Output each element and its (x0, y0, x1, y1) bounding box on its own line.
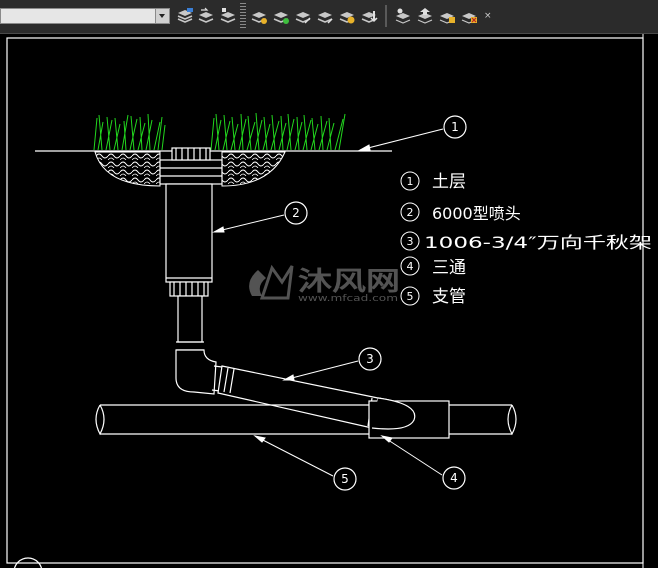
drawing-canvas[interactable]: 1 2 3 4 5 1 2 3 4 5 土层 6000型喷头 1006-3/4″… (0, 34, 658, 568)
layer-unisolate-icon[interactable] (294, 7, 312, 25)
watermark-brand: 沐风网 (298, 267, 400, 297)
layer-isolate-icon[interactable] (272, 7, 290, 25)
legend-label-soil: 土层 (432, 172, 466, 192)
layer-dropdown[interactable] (0, 8, 170, 24)
callout-4-number: 4 (450, 471, 458, 485)
watermark: 沐风网 www.mfcad.com (249, 264, 400, 304)
sprinkler-head[interactable] (159, 147, 223, 297)
legend-label-tee: 三通 (432, 258, 466, 278)
grass-hatch (93, 112, 346, 151)
chevron-down-icon[interactable] (155, 9, 169, 23)
soil-left (94, 151, 161, 187)
layer-states-icon[interactable] (176, 7, 194, 25)
legend-number-1: 1 (407, 175, 414, 188)
legend-label-swing-joint: 1006-3/4″万向千秋架 (424, 233, 652, 252)
layers-toolbar: × (0, 0, 658, 34)
toolbar-close-icon[interactable]: × (484, 12, 492, 21)
soil-right (221, 151, 286, 187)
legend-number-3: 3 (407, 235, 414, 248)
callout-5-number: 5 (341, 472, 349, 486)
layer-off-icon[interactable] (316, 7, 334, 25)
legend-number-5: 5 (407, 290, 414, 303)
toolbar-separator (385, 5, 387, 27)
callout-3-number: 3 (366, 352, 374, 366)
copy-objects-to-layer-icon[interactable] (416, 7, 434, 25)
layer-lock-icon[interactable] (360, 7, 378, 25)
layer-unlock-icon[interactable] (394, 7, 412, 25)
layer-walk-icon[interactable] (219, 7, 237, 25)
watermark-logo-icon (249, 264, 294, 300)
legend: 1 2 3 4 5 土层 6000型喷头 1006-3/4″万向千秋架 三通 支… (400, 171, 652, 307)
match-layer-icon[interactable] (250, 7, 268, 25)
layer-freeze-icon[interactable] (338, 7, 356, 25)
layer-merge-icon[interactable] (438, 7, 456, 25)
legend-label-sprinkler: 6000型喷头 (432, 204, 521, 223)
legend-number-4: 4 (407, 260, 414, 273)
legend-number-2: 2 (407, 206, 414, 219)
callout-1-number: 1 (451, 120, 459, 134)
watermark-url: www.mfcad.com (298, 294, 398, 304)
toolbar-grip[interactable] (240, 3, 246, 29)
callout-2-number: 2 (292, 206, 300, 220)
layer-previous-icon[interactable] (197, 7, 215, 25)
layer-delete-icon[interactable] (460, 7, 478, 25)
legend-label-branch-pipe: 支管 (432, 287, 466, 307)
